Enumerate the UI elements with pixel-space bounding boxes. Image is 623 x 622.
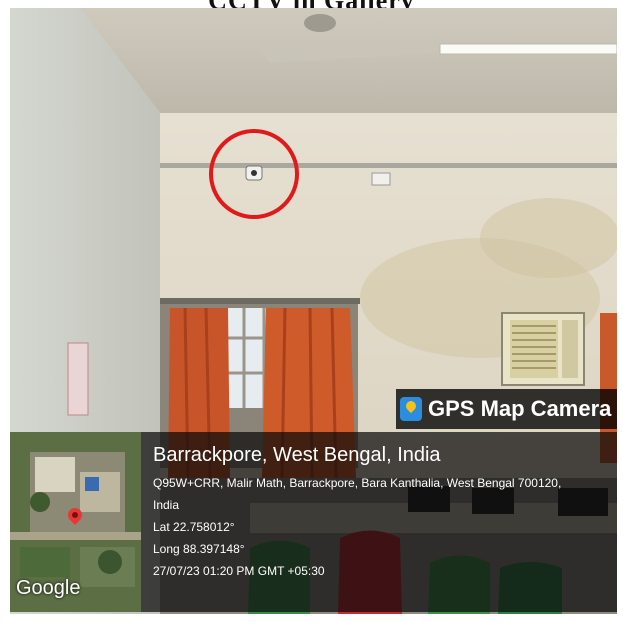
cctv-photo: GPS Map Camera Google Barrackpore, West … <box>10 8 617 614</box>
map-thumbnail: Google <box>10 432 141 612</box>
google-logo: Google <box>16 577 81 599</box>
ceiling <box>80 8 617 113</box>
location-title: Barrackpore, West Bengal, India <box>153 444 441 466</box>
gps-app-label: GPS Map Camera <box>396 389 617 429</box>
longitude: Long 88.397148° <box>153 542 245 556</box>
address-line-1: Q95W+CRR, Malir Math, Barrackpore, Bara … <box>153 476 562 490</box>
datetime: 27/07/23 01:20 PM GMT +05:30 <box>153 564 325 578</box>
gps-app-name: GPS Map Camera <box>428 396 612 421</box>
tube-light <box>439 43 617 55</box>
wall-poster <box>67 342 89 416</box>
ceiling-fan <box>304 14 336 32</box>
conduit-pipe <box>160 163 617 168</box>
address-line-2: India <box>153 498 180 512</box>
gps-info-text: Barrackpore, West Bengal, India Q95W+CRR… <box>153 442 613 582</box>
gps-map-camera-icon <box>400 397 422 421</box>
latitude: Lat 22.758012° <box>153 520 235 534</box>
gps-info-panel: Google Barrackpore, West Bengal, India Q… <box>10 432 617 612</box>
